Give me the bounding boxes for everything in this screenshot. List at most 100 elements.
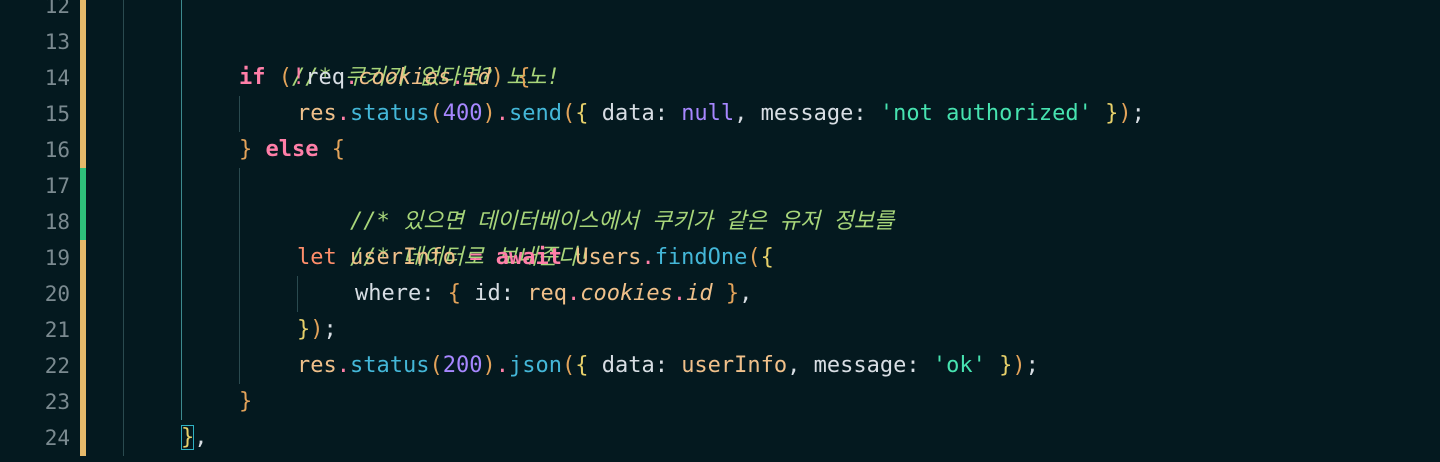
identifier-res: res	[297, 101, 337, 126]
paren: (	[561, 101, 576, 126]
paren: )	[310, 317, 324, 342]
dot: .	[336, 353, 350, 378]
code-line-20[interactable]: where: { id: req.cookies.id },	[355, 276, 752, 312]
property-id: id	[686, 281, 713, 306]
modified-lines-indicator[interactable]	[80, 0, 86, 168]
dot: .	[450, 65, 465, 90]
identifier-userInfo: userInfo	[350, 245, 456, 270]
brace: }	[712, 281, 740, 306]
code-line-21[interactable]: });	[297, 312, 337, 348]
key-message: message:	[813, 353, 933, 378]
key-id: id:	[460, 281, 528, 306]
key-data: data:	[588, 101, 682, 126]
keyword-if: if	[239, 65, 266, 90]
key-data: data:	[588, 353, 682, 378]
code-line-22[interactable]: res.status(200).json({ data: userInfo, m…	[297, 348, 1039, 384]
line-number: 17	[44, 174, 70, 198]
indent-guide-active	[181, 0, 182, 420]
code-line-17[interactable]: //* 있으면 데이터베이스에서 쿠키가 같은 유저 정보를	[297, 168, 894, 234]
dot: .	[495, 101, 509, 126]
keyword-else: else	[265, 137, 319, 162]
line-number: 14	[44, 66, 70, 90]
brace: {	[760, 245, 774, 270]
key-message: message:	[760, 101, 880, 126]
line-number: 13	[44, 30, 70, 54]
comma: ,	[739, 281, 753, 306]
property-cookies: cookies	[358, 65, 451, 90]
identifier-req: req	[305, 65, 345, 90]
string-literal: 'ok'	[932, 353, 986, 378]
code-line-14[interactable]: if (!req.cookies.id) {	[239, 60, 530, 96]
brace: {	[331, 137, 345, 162]
dot: .	[641, 245, 655, 270]
method-status: status	[350, 353, 430, 378]
method-status: status	[350, 101, 430, 126]
brace: {	[447, 281, 461, 306]
paren: )	[1012, 353, 1026, 378]
line-number: 18	[44, 210, 70, 234]
method-findOne: findOne	[654, 245, 748, 270]
line-number: 23	[44, 390, 70, 414]
paren: (	[429, 353, 443, 378]
line-number-gutter: 12 13 14 15 16 17 18 19 20 21 22 23 24	[0, 0, 80, 462]
matched-bracket: }	[181, 425, 195, 450]
number-200: 200	[442, 353, 483, 378]
paren: (	[561, 353, 576, 378]
dot: .	[336, 101, 350, 126]
dot: .	[495, 353, 509, 378]
line-number: 24	[44, 426, 70, 450]
identifier-userInfo: userInfo	[681, 353, 788, 378]
brace: }	[239, 389, 253, 414]
comma: ,	[734, 101, 761, 126]
property-cookies: cookies	[580, 281, 673, 306]
line-number: 21	[44, 318, 70, 342]
code-line-16[interactable]: } else {	[239, 132, 345, 168]
line-number: 22	[44, 354, 70, 378]
identifier-res: res	[297, 353, 337, 378]
comma: ,	[194, 425, 208, 450]
line-number: 19	[44, 246, 70, 270]
literal-null: null	[681, 101, 735, 126]
code-line-15[interactable]: res.status(400).send({ data: null, messa…	[297, 96, 1145, 132]
brace: }	[999, 353, 1013, 378]
paren: )	[482, 101, 496, 126]
code-editor[interactable]: 12 13 14 15 16 17 18 19 20 21 22 23 24 /…	[0, 0, 1440, 462]
operator-not: !	[292, 65, 306, 90]
paren: (	[429, 101, 443, 126]
brace: }	[239, 137, 253, 162]
brace: {	[575, 101, 589, 126]
paren: )	[1118, 101, 1132, 126]
identifier-Users: Users	[575, 245, 642, 270]
key-where: where:	[355, 281, 448, 306]
line-number: 12	[44, 0, 70, 18]
identifier-req: req	[527, 281, 567, 306]
code-line-13[interactable]: //* 쿠키가 없다면? 노노!	[239, 24, 560, 90]
dot: .	[672, 281, 687, 306]
paren: )	[490, 65, 504, 90]
line-number: 16	[44, 138, 70, 162]
brace: {	[517, 65, 531, 90]
modified-lines-indicator[interactable]	[80, 240, 86, 456]
brace: }	[1105, 101, 1119, 126]
paren: (	[747, 245, 761, 270]
code-line-19[interactable]: let userInfo = await Users.findOne({	[297, 240, 774, 276]
line-number: 15	[44, 102, 70, 126]
string-literal: 'not authorized'	[879, 101, 1092, 126]
number-400: 400	[442, 101, 483, 126]
code-line-24[interactable]: },	[181, 420, 208, 456]
dot: .	[345, 65, 359, 90]
paren: )	[482, 353, 496, 378]
method-json: json	[508, 353, 562, 378]
brace: {	[575, 353, 589, 378]
added-lines-indicator[interactable]	[80, 168, 86, 240]
method-send: send	[508, 101, 562, 126]
dot: .	[566, 281, 581, 306]
semicolon: ;	[1131, 101, 1145, 126]
operator-assign: =	[469, 245, 483, 270]
code-line-18[interactable]: //* 데이터로 보내준다!	[297, 204, 591, 270]
code-line-23[interactable]: }	[239, 384, 252, 420]
indent-guide	[239, 168, 240, 384]
line-number: 20	[44, 282, 70, 306]
property-id: id	[464, 65, 491, 90]
indent-guide	[123, 0, 124, 456]
